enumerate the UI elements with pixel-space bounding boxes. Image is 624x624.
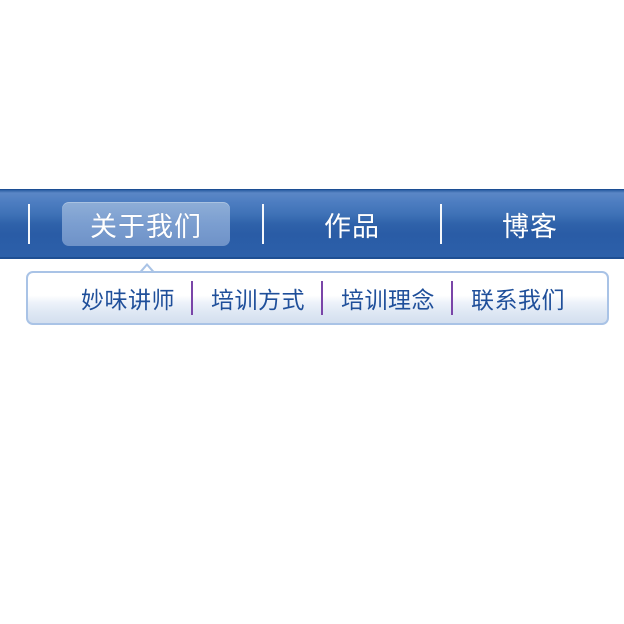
sub-nav-panel: 妙味讲师 培训方式 培训理念 联系我们 [26, 271, 609, 325]
nav-item-blog[interactable]: 博客 [462, 202, 598, 246]
nav-separator [262, 204, 264, 244]
nav-separator [28, 204, 30, 244]
menu-canvas: 关于我们 作品 博客 妙味讲师 培训方式 培训理念 联系我们 [0, 0, 624, 624]
nav-item-works[interactable]: 作品 [282, 202, 422, 246]
sub-nav-separator [321, 281, 323, 315]
sub-nav-separator [451, 281, 453, 315]
sub-nav-item-contact-us[interactable]: 联系我们 [456, 273, 580, 323]
sub-nav-item-training-philosophy[interactable]: 培训理念 [326, 273, 450, 323]
sub-nav-item-training-methods[interactable]: 培训方式 [196, 273, 320, 323]
nav-item-about-us[interactable]: 关于我们 [62, 202, 230, 246]
sub-nav-separator [191, 281, 193, 315]
sub-nav-item-lecturers[interactable]: 妙味讲师 [68, 273, 188, 323]
nav-separator [440, 204, 442, 244]
main-nav-bar: 关于我们 作品 博客 [0, 189, 624, 259]
